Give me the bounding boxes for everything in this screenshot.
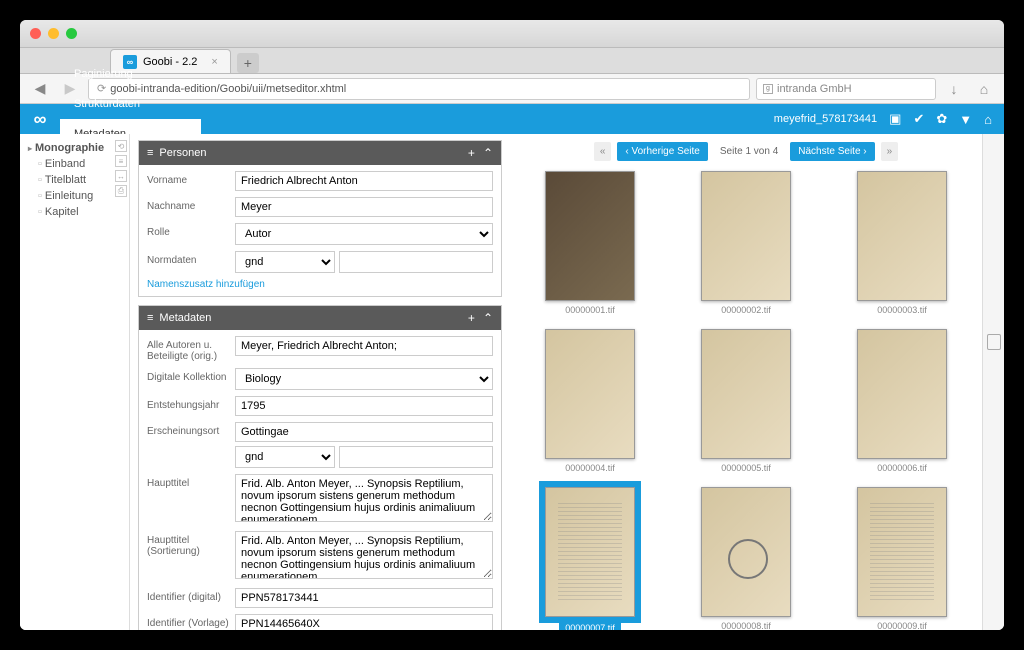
thumbnail[interactable]: 00000008.tif [680,487,812,630]
maximize-window-icon[interactable] [66,28,77,39]
pager-first-button[interactable]: « [594,142,612,161]
thumbnail-label: 00000001.tif [565,305,615,315]
jahr-input[interactable] [235,396,493,416]
pager: « ‹ Vorherige Seite Seite 1 von 4 Nächst… [524,142,968,161]
id-digital-input[interactable] [235,588,493,608]
back-button[interactable]: ◀ [28,78,52,100]
thumbnail-image [545,329,635,459]
tree-item[interactable]: ▫Titelblatt [24,172,125,188]
id-vorlage-input[interactable] [235,614,493,630]
download-icon[interactable]: ↓ [942,78,966,100]
thumbnail[interactable]: 00000007.tif [524,487,656,630]
vorname-input[interactable] [235,171,493,191]
haupttitel-textarea[interactable]: Frid. Alb. Anton Meyer, ... Synopsis Rep… [235,474,493,522]
structure-tree: Monographie ▫Einband▫Titelblatt▫Einleitu… [20,134,130,630]
thumbnail-image [701,487,791,617]
thumbnail-image [857,171,947,301]
ort-norm-select[interactable]: gnd [235,446,335,468]
tree-item[interactable]: ▫Einband [24,156,125,172]
thumbnail-image [545,487,635,617]
thumbnail[interactable]: 00000004.tif [524,329,656,473]
thumbnail-image [857,487,947,617]
thumbnail-label: 00000008.tif [721,621,771,630]
add-name-suffix-link[interactable]: Namenszusatz hinzufügen [147,279,493,290]
pager-info: Seite 1 von 4 [714,146,784,157]
thumbnail[interactable]: 00000003.tif [836,171,968,315]
thumbnail-image [701,329,791,459]
home-icon[interactable]: ⌂ [984,112,992,127]
browser-search-input[interactable]: g intranda GmbH [756,78,936,100]
browser-window: ∞ Goobi - 2.2 × + ◀ ▶ ⟳ goobi-intranda-e… [20,20,1004,630]
thumbnail-label: 00000006.tif [877,463,927,473]
thumbnail[interactable]: 00000006.tif [836,329,968,473]
tree-item[interactable]: ▫Kapitel [24,204,125,220]
image-icon[interactable]: ▣ [889,111,901,127]
panel-header[interactable]: ≡ Metadaten +⌃ [139,306,501,330]
pager-next-button[interactable]: Nächste Seite › [790,142,874,161]
ort-norm-input[interactable] [339,446,493,468]
autoren-input[interactable] [235,336,493,356]
menu-icon: ≡ [147,147,153,159]
normdaten-type-select[interactable]: gnd [235,251,335,273]
tree-action-icon[interactable]: ↔ [115,170,127,182]
new-tab-button[interactable]: + [237,53,259,73]
thumbnail[interactable]: 00000001.tif [524,171,656,315]
check-icon[interactable]: ✔ [913,111,924,127]
thumbnail-image [545,171,635,301]
collapse-icon[interactable]: ⌃ [483,146,493,160]
rolle-select[interactable]: Autor [235,223,493,245]
thumbnail[interactable]: 00000009.tif [836,487,968,630]
thumbnail-label: 00000004.tif [565,463,615,473]
sortierung-textarea[interactable]: Frid. Alb. Anton Meyer, ... Synopsis Rep… [235,531,493,579]
gear-icon[interactable]: ✿ [936,111,947,127]
panel-header[interactable]: ≡ Personen +⌃ [139,141,501,165]
thumbnail-gallery: « ‹ Vorherige Seite Seite 1 von 4 Nächst… [510,134,982,630]
titlebar [20,20,1004,48]
tree-item[interactable]: ▫Einleitung [24,188,125,204]
normdaten-input[interactable] [339,251,493,273]
thumbnail-image [701,171,791,301]
username[interactable]: meyefrid_578173441 [774,113,877,125]
personen-panel: ≡ Personen +⌃ Vorname Nachname RolleAuto… [138,140,502,297]
thumbnail-image [857,329,947,459]
close-window-icon[interactable] [30,28,41,39]
metadaten-panel: ≡ Metadaten +⌃ Alle Autoren u. Beteiligt… [138,305,502,630]
thumbnail[interactable]: 00000005.tif [680,329,812,473]
ort-input[interactable] [235,422,493,442]
tree-action-icon[interactable]: ≡ [115,155,127,167]
home-icon[interactable]: ⌂ [972,78,996,100]
right-strip [982,134,1004,630]
tab-close-icon[interactable]: × [211,56,217,68]
tree-root[interactable]: Monographie [24,140,125,156]
thumbnail-label: 00000007.tif [559,621,621,630]
pager-last-button[interactable]: » [881,142,899,161]
add-icon[interactable]: + [468,146,475,160]
pager-prev-button[interactable]: ‹ Vorherige Seite [617,142,708,161]
add-icon[interactable]: + [468,311,475,325]
collapse-icon[interactable]: ⌃ [483,311,493,325]
tree-action-icon[interactable]: ⎙ [115,185,127,197]
save-icon[interactable]: ▼ [959,112,972,127]
thumbnail[interactable]: 00000002.tif [680,171,812,315]
menu-icon: ≡ [147,312,153,324]
thumbnail-label: 00000009.tif [877,621,927,630]
app-header: ∞ PaginierungStrukturdatenMetadatenAusta… [20,104,1004,134]
kollektion-select[interactable]: Biology [235,368,493,390]
minimize-window-icon[interactable] [48,28,59,39]
thumbnail-label: 00000005.tif [721,463,771,473]
app-logo-icon[interactable]: ∞ [20,109,60,130]
tree-action-icon[interactable]: ⟲ [115,140,127,152]
thumbnail-label: 00000003.tif [877,305,927,315]
bookmark-icon[interactable] [987,334,1001,350]
metadata-forms: ≡ Personen +⌃ Vorname Nachname RolleAuto… [130,134,510,630]
nachname-input[interactable] [235,197,493,217]
thumbnail-label: 00000002.tif [721,305,771,315]
forward-button[interactable]: ▶ [58,78,82,100]
